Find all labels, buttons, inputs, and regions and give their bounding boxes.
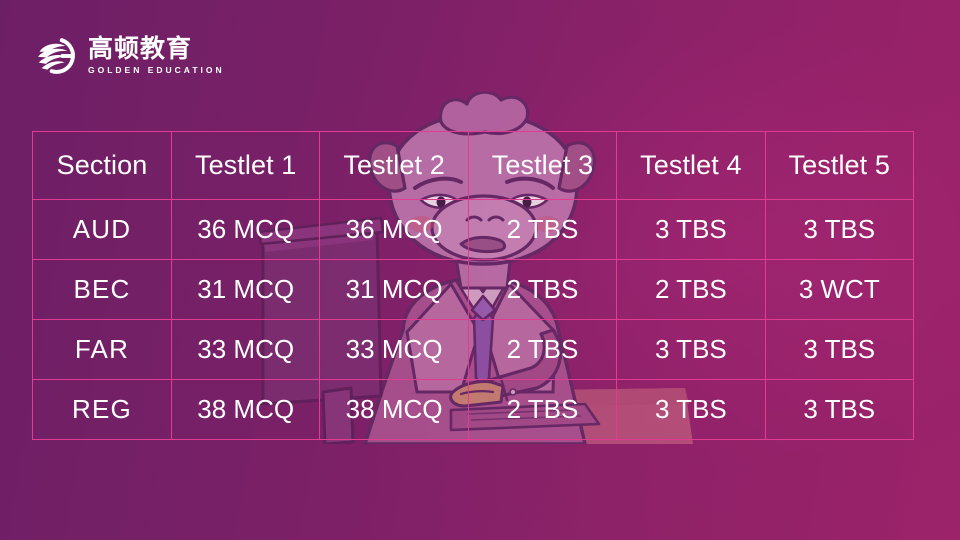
cell-testlet-1: 33 MCQ	[170, 319, 321, 380]
brand-wordmark: 高顿教育 GOLDEN EDUCATION	[88, 36, 225, 75]
cell-testlet-4: 3 TBS	[616, 199, 766, 260]
cell-testlet-2: 36 MCQ	[319, 199, 469, 260]
cell-testlet-5: 3 TBS	[764, 199, 914, 260]
brand-name-en: GOLDEN EDUCATION	[88, 64, 225, 75]
cell-testlet-5: 3 WCT	[764, 259, 914, 320]
cell-testlet-2: 31 MCQ	[319, 259, 469, 320]
swoosh-circle-icon	[38, 38, 75, 74]
row-section-name: REG	[32, 379, 172, 440]
cell-testlet-4: 2 TBS	[616, 259, 766, 320]
row-section-name: AUD	[32, 199, 172, 260]
cpa-exam-structure-table: Section Testlet 1 Testlet 2 Testlet 3 Te…	[32, 131, 914, 440]
cell-testlet-4: 3 TBS	[616, 319, 766, 380]
cell-testlet-2: 33 MCQ	[319, 319, 469, 380]
cell-testlet-4: 3 TBS	[616, 379, 766, 440]
column-header-testlet-2: Testlet 2	[319, 131, 469, 200]
cell-testlet-3: 2 TBS	[467, 319, 618, 380]
cell-testlet-5: 3 TBS	[764, 379, 914, 440]
cell-testlet-1: 38 MCQ	[170, 379, 321, 440]
cell-testlet-1: 36 MCQ	[170, 199, 321, 260]
table-row: AUD 36 MCQ 36 MCQ 2 TBS 3 TBS 3 TBS	[32, 199, 914, 260]
table-header-row: Section Testlet 1 Testlet 2 Testlet 3 Te…	[32, 131, 914, 200]
table-row: BEC 31 MCQ 31 MCQ 2 TBS 2 TBS 3 WCT	[32, 259, 914, 320]
brand-logo: 高顿教育 GOLDEN EDUCATION	[33, 33, 225, 79]
cell-testlet-3: 2 TBS	[467, 259, 618, 320]
column-header-testlet-5: Testlet 5	[764, 131, 914, 200]
brand-name-cn: 高顿教育	[88, 34, 193, 64]
table-row: REG 38 MCQ 38 MCQ 2 TBS 3 TBS 3 TBS	[32, 379, 914, 440]
column-header-section: Section	[32, 131, 172, 200]
row-section-name: FAR	[32, 319, 172, 380]
cell-testlet-3: 2 TBS	[467, 199, 618, 260]
cell-testlet-3: 2 TBS	[467, 379, 618, 440]
table-row: FAR 33 MCQ 33 MCQ 2 TBS 3 TBS 3 TBS	[32, 319, 914, 380]
cell-testlet-2: 38 MCQ	[319, 379, 469, 440]
row-section-name: BEC	[32, 259, 172, 320]
column-header-testlet-1: Testlet 1	[170, 131, 321, 200]
cell-testlet-5: 3 TBS	[764, 319, 914, 380]
column-header-testlet-3: Testlet 3	[467, 131, 618, 200]
slide-canvas: 高顿教育 GOLDEN EDUCATION Section Testlet 1 …	[0, 0, 960, 540]
cell-testlet-1: 31 MCQ	[170, 259, 321, 320]
column-header-testlet-4: Testlet 4	[616, 131, 766, 200]
